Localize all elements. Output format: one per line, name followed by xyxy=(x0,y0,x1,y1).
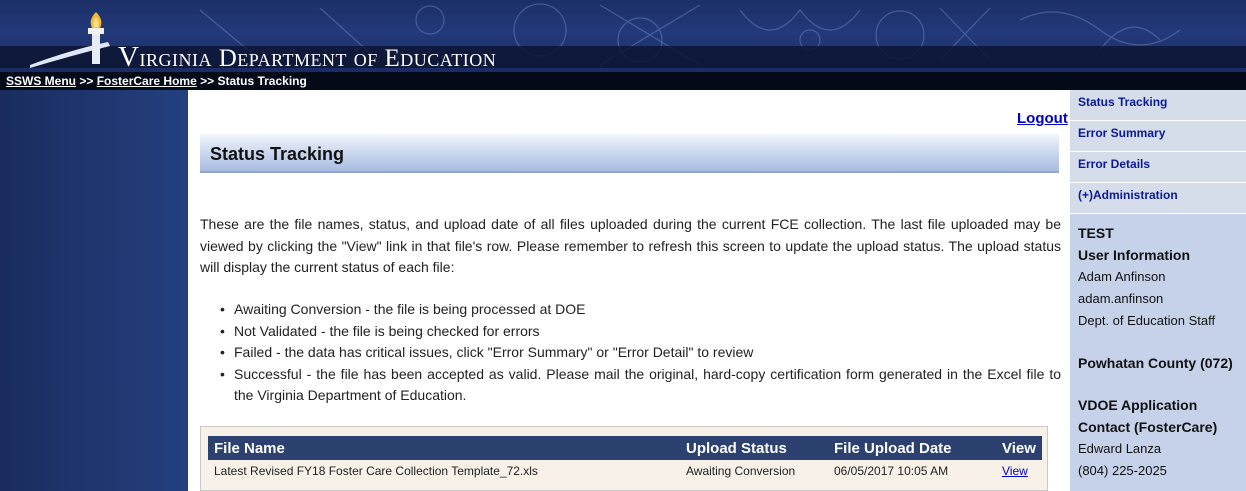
page-title-bar: Status Tracking xyxy=(200,134,1059,173)
user-login: adam.anfinson xyxy=(1078,291,1164,306)
user-role: Dept. of Education Staff xyxy=(1078,313,1216,328)
contact-name: Edward Lanza xyxy=(1078,441,1162,456)
breadcrumb-separator: >> xyxy=(79,74,94,88)
file-table: File Name Upload Status File Upload Date… xyxy=(208,436,1042,482)
cell-upload-date: 06/05/2017 10:05 AM xyxy=(828,460,996,482)
column-header-file-upload-date: File Upload Date xyxy=(828,436,996,460)
intro-text: These are the file names, status, and up… xyxy=(200,216,1061,275)
user-info-heading: User Information xyxy=(1078,247,1191,263)
list-item: Failed - the data has critical issues, c… xyxy=(218,342,1061,364)
user-info-panel: TEST User Information Adam Anfinson adam… xyxy=(1070,214,1246,482)
column-header-file-name: File Name xyxy=(208,436,680,460)
logout-link[interactable]: Logout xyxy=(1017,110,1068,127)
nav-error-summary[interactable]: Error Summary xyxy=(1070,121,1246,152)
division-label: Powhatan County (072) xyxy=(1078,355,1233,371)
contact-heading: VDOE Application xyxy=(1078,397,1198,413)
main-content: Logout Status Tracking These are the fil… xyxy=(188,90,1070,491)
cell-file-name: Latest Revised FY18 Foster Care Collecti… xyxy=(208,460,680,482)
table-row: Latest Revised FY18 Foster Care Collecti… xyxy=(208,460,1042,482)
title-cap-v: V xyxy=(118,41,140,72)
left-sidebar xyxy=(0,90,188,491)
column-header-view: View xyxy=(996,436,1042,460)
breadcrumb-separator: >> xyxy=(200,74,215,88)
breadcrumb-link-fostercare-home[interactable]: FosterCare Home xyxy=(97,74,197,88)
cell-upload-status: Awaiting Conversion xyxy=(680,460,828,482)
nav-administration[interactable]: (+)Administration xyxy=(1070,183,1246,214)
list-item: Successful - the file has been accepted … xyxy=(218,364,1061,407)
breadcrumb-current: Status Tracking xyxy=(217,74,307,88)
status-legend-list: Awaiting Conversion - the file is being … xyxy=(218,299,1061,407)
breadcrumb: SSWS Menu >> FosterCare Home >> Status T… xyxy=(0,72,1246,90)
column-header-upload-status: Upload Status xyxy=(680,436,828,460)
nav-error-details[interactable]: Error Details xyxy=(1070,152,1246,183)
right-sidebar: Status Tracking Error Summary Error Deta… xyxy=(1070,90,1246,491)
site-title: Virginia Department of Education xyxy=(118,41,496,72)
nav-status-tracking[interactable]: Status Tracking xyxy=(1070,90,1246,121)
list-item: Not Validated - the file is being checke… xyxy=(218,321,1061,343)
table-header-row: File Name Upload Status File Upload Date… xyxy=(208,436,1042,460)
environment-label: TEST xyxy=(1078,225,1114,241)
torch-icon xyxy=(30,12,110,68)
view-link[interactable]: View xyxy=(1002,464,1028,478)
user-name: Adam Anfinson xyxy=(1078,269,1166,284)
cell-view: View xyxy=(996,460,1042,482)
page-title: Status Tracking xyxy=(210,144,345,164)
title-rest: irginia Department of Education xyxy=(139,45,497,72)
contact-phone: (804) 225-2025 xyxy=(1078,463,1167,478)
contact-heading: Contact (FosterCare) xyxy=(1078,419,1218,435)
header-banner: Virginia Department of Education xyxy=(0,0,1246,72)
breadcrumb-link-ssws-menu[interactable]: SSWS Menu xyxy=(6,74,76,88)
file-table-container: File Name Upload Status File Upload Date… xyxy=(200,426,1048,491)
list-item: Awaiting Conversion - the file is being … xyxy=(218,299,1061,321)
